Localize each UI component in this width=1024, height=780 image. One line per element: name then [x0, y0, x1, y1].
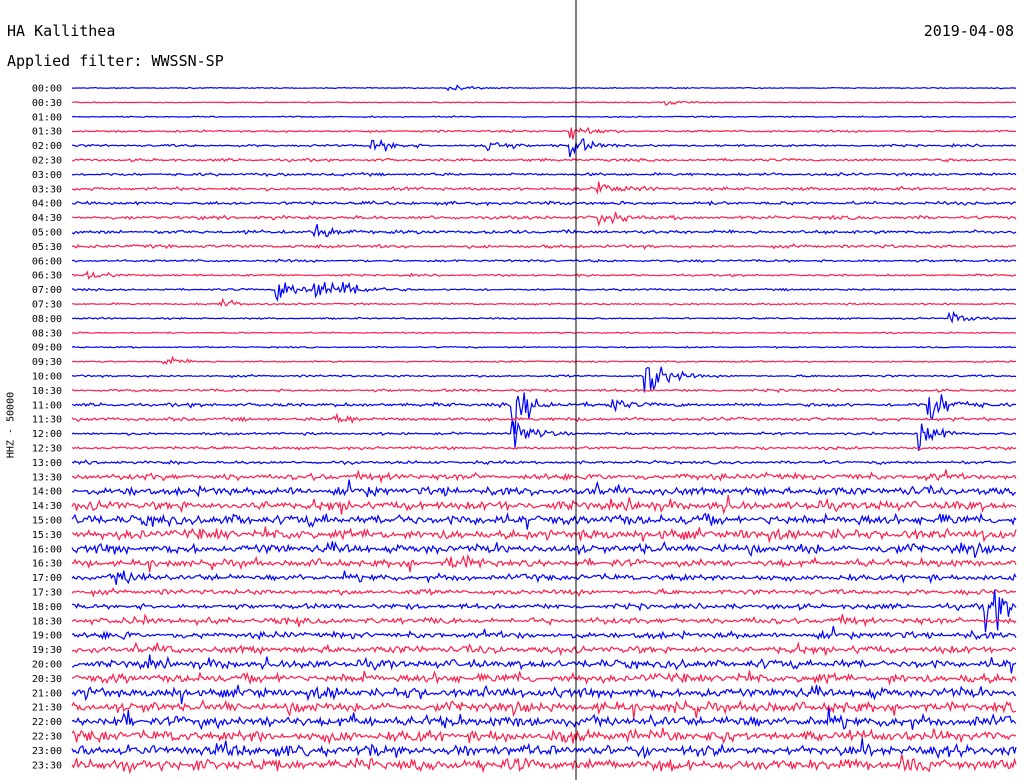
trace-row-1100 — [71, 392, 1016, 435]
trace-row-1230 — [71, 445, 1017, 451]
row-tick-label: 14:30 — [32, 501, 62, 512]
row-tick-label: 06:30 — [32, 271, 62, 282]
trace-row-2300 — [71, 738, 1017, 760]
row-tick-label: 15:00 — [32, 516, 62, 527]
trace-row-0330 — [71, 181, 1017, 195]
trace-row-0700 — [72, 281, 1017, 302]
row-tick-label: 01:00 — [32, 112, 62, 123]
trace-row-1400 — [71, 479, 1017, 498]
row-tick-label: 19:30 — [32, 645, 62, 656]
row-tick-label: 20:30 — [32, 674, 62, 685]
row-tick-label: 12:00 — [32, 429, 62, 440]
row-tick-label: 16:30 — [32, 559, 62, 570]
tick-label-group: 00:00 00:30 01:00 01:30 02:00 02:30 03:00 03:30… — [32, 84, 62, 772]
trace-row-1800 — [71, 589, 1017, 632]
trace-row-0530 — [71, 243, 1017, 250]
trace-row-0430 — [71, 211, 1017, 227]
row-tick-label: 18:30 — [32, 616, 62, 627]
trace-row-1430 — [71, 495, 1017, 516]
row-tick-label: 22:30 — [32, 732, 62, 743]
row-tick-label: 10:00 — [32, 372, 62, 383]
row-tick-label: 02:00 — [32, 141, 62, 152]
row-tick-label: 02:30 — [32, 156, 62, 167]
trace-row-1600 — [71, 540, 1017, 558]
trace-row-0930 — [71, 355, 1017, 365]
trace-row-2200 — [71, 707, 1017, 731]
trace-row-2330 — [71, 754, 1017, 775]
row-tick-label: 19:00 — [32, 631, 62, 642]
row-tick-label: 04:00 — [32, 199, 62, 210]
row-tick-label: 11:30 — [32, 415, 62, 426]
row-tick-label: 17:00 — [32, 573, 62, 584]
row-tick-label: 09:00 — [32, 343, 62, 354]
trace-row-2000 — [71, 654, 1017, 674]
row-tick-label: 22:00 — [32, 717, 62, 728]
trace-row-0130 — [71, 126, 1017, 140]
row-tick-label: 10:30 — [32, 386, 62, 397]
trace-row-1700 — [71, 570, 1017, 586]
trace-row-1330 — [71, 469, 1017, 484]
trace-row-1300 — [71, 459, 1017, 466]
trace-row-0900 — [71, 345, 1017, 349]
row-tick-label: 12:30 — [32, 444, 62, 455]
row-tick-label: 00:00 — [32, 84, 62, 95]
trace-row-1730 — [71, 587, 1017, 598]
row-tick-label: 00:30 — [32, 98, 62, 109]
trace-row-2030 — [71, 670, 1017, 686]
trace-row-1000 — [71, 366, 1017, 393]
trace-row-0030 — [71, 100, 1017, 106]
row-tick-label: 17:30 — [32, 588, 62, 599]
row-tick-label: 04:30 — [32, 213, 62, 224]
row-tick-label: 20:00 — [32, 660, 62, 671]
trace-row-1830 — [71, 613, 1017, 628]
row-tick-label: 05:00 — [32, 228, 62, 239]
row-tick-label: 07:00 — [32, 285, 62, 296]
trace-row-0500 — [71, 224, 1017, 238]
trace-row-1130 — [71, 412, 1017, 425]
row-tick-label: 21:00 — [32, 688, 62, 699]
trace-row-0600 — [71, 258, 1017, 264]
row-tick-label: 08:00 — [32, 314, 62, 325]
trace-row-0800 — [71, 310, 1017, 324]
row-tick-label: 16:00 — [32, 544, 62, 555]
row-tick-label: 08:30 — [32, 328, 62, 339]
row-tick-label: 01:30 — [32, 127, 62, 138]
row-tick-label: 13:00 — [32, 458, 62, 469]
trace-row-0830 — [71, 331, 1017, 335]
trace-row-0300 — [71, 171, 1017, 178]
row-tick-label: 06:00 — [32, 256, 62, 267]
trace-row-2230 — [71, 727, 1017, 746]
row-tick-label: 03:00 — [32, 170, 62, 181]
row-tick-label: 07:30 — [32, 300, 62, 311]
trace-row-0400 — [71, 200, 1017, 207]
trace-row-1030 — [71, 388, 1017, 394]
trace-row-0000 — [72, 84, 1016, 92]
trace-row-1630 — [71, 553, 1017, 573]
row-tick-label: 23:00 — [32, 746, 62, 757]
trace-row-1200 — [71, 421, 1017, 451]
trace-row-0630 — [71, 270, 1017, 280]
seismogram-plot: 00:00 00:30 01:00 01:30 02:00 02:30 03:00 03:30… — [32, 0, 1017, 780]
row-tick-label: 14:00 — [32, 487, 62, 498]
row-tick-label: 21:30 — [32, 703, 62, 714]
trace-row-1500 — [71, 511, 1017, 530]
trace-row-2130 — [71, 699, 1017, 719]
row-tick-label: 13:30 — [32, 472, 62, 483]
row-tick-label: 11:00 — [32, 400, 62, 411]
trace-row-1530 — [71, 526, 1017, 544]
trace-row-2100 — [71, 684, 1017, 705]
row-tick-label: 03:30 — [32, 184, 62, 195]
trace-row-0730 — [71, 297, 1017, 308]
row-tick-label: 15:30 — [32, 530, 62, 541]
row-tick-label: 09:30 — [32, 357, 62, 368]
trace-row-1930 — [71, 641, 1017, 657]
trace-group — [71, 84, 1017, 775]
row-tick-label: 18:00 — [32, 602, 62, 613]
row-tick-label: 05:30 — [32, 242, 62, 253]
row-tick-label: 23:30 — [32, 760, 62, 771]
trace-row-1900 — [71, 625, 1017, 641]
trace-row-0230 — [71, 157, 1017, 163]
trace-row-0200 — [71, 137, 1016, 158]
trace-row-0100 — [71, 115, 1017, 119]
